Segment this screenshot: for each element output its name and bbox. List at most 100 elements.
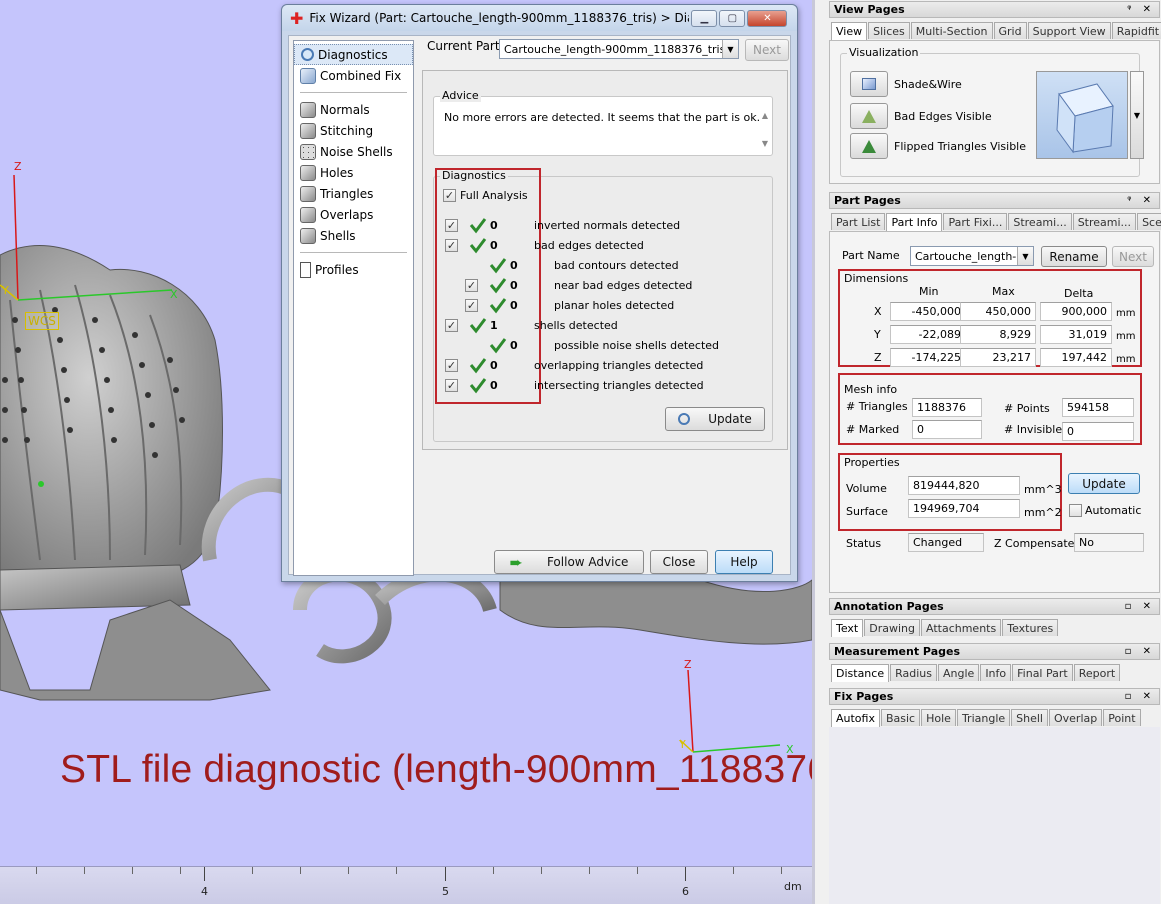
tab-report[interactable]: Report — [1073, 664, 1121, 681]
arrow-right-icon: ➨ — [509, 552, 523, 572]
fix-pages-header[interactable]: Fix Pages ▫ ✕ — [829, 688, 1160, 705]
tab-view[interactable]: View — [831, 22, 868, 40]
help-button[interactable]: Help — [715, 550, 773, 574]
tab-part-fixing[interactable]: Part Fixi... — [943, 213, 1008, 230]
nav-item-noise-shells[interactable]: Noise Shells — [294, 141, 413, 162]
tab-attachments[interactable]: Attachments — [921, 619, 1002, 636]
part-next-button[interactable]: Next — [1112, 246, 1154, 267]
fix-wizard-titlebar[interactable]: ✚ Fix Wizard (Part: Cartouche_length-900… — [282, 5, 797, 31]
close-button[interactable]: Close — [650, 550, 708, 574]
restore-close-icons[interactable]: ▫ ✕ — [1125, 689, 1155, 704]
chevron-down-icon: ▼ — [1017, 247, 1033, 265]
check-icon — [469, 358, 487, 374]
flipped-triangles-row[interactable]: Flipped Triangles Visible — [850, 133, 1026, 159]
next-button[interactable]: Next — [745, 39, 789, 61]
tab-point[interactable]: Point — [1103, 709, 1141, 726]
tab-drawing[interactable]: Drawing — [864, 619, 920, 636]
cube-icon — [300, 67, 316, 84]
shells-cube-icon — [300, 227, 316, 244]
diagnostic-checkbox[interactable]: ✓ — [465, 279, 478, 292]
tab-final-part[interactable]: Final Part — [1012, 664, 1073, 681]
nav-item-combined-fix[interactable]: Combined Fix — [294, 65, 413, 86]
dim-header-delta: Delta — [1064, 287, 1094, 300]
nav-item-profiles[interactable]: Profiles — [294, 259, 413, 280]
tab-streaming-1[interactable]: Streami... — [1008, 213, 1072, 230]
dim-delta-field: 31,019 — [1040, 325, 1112, 344]
document-icon — [300, 261, 311, 278]
points-label: # Points — [1004, 402, 1050, 415]
measurement-pages-header[interactable]: Measurement Pages ▫ ✕ — [829, 643, 1160, 660]
nav-item-stitching[interactable]: Stitching — [294, 120, 413, 141]
tab-streaming-2[interactable]: Streami... — [1072, 213, 1137, 230]
scroll-down-icon[interactable]: ▼ — [762, 139, 768, 148]
tab-multi-section[interactable]: Multi-Section — [910, 22, 993, 39]
update-button[interactable]: Update — [665, 407, 765, 431]
tab-shell[interactable]: Shell — [1011, 709, 1048, 726]
pin-close-icons[interactable]: ᵠ ✕ — [1127, 2, 1155, 17]
current-part-select[interactable]: Cartouche_length-900mm_1188376_tris ▼ — [499, 39, 739, 59]
restore-close-icons[interactable]: ▫ ✕ — [1125, 644, 1155, 659]
follow-advice-button[interactable]: ➨ Follow Advice — [494, 550, 644, 574]
annotation-pages-header[interactable]: Annotation Pages ▫ ✕ — [829, 598, 1160, 615]
maximize-button[interactable]: ▢ — [719, 9, 746, 27]
check-icon — [489, 338, 507, 354]
view-pages-header[interactable]: View Pages ᵠ ✕ — [829, 1, 1160, 18]
automatic-checkbox[interactable] — [1069, 504, 1082, 517]
restore-close-icons[interactable]: ▫ ✕ — [1125, 599, 1155, 614]
tab-basic[interactable]: Basic — [880, 709, 921, 726]
tab-text[interactable]: Text — [831, 619, 864, 637]
bad-edges-icon[interactable] — [850, 103, 888, 129]
ruler-label-6: 6 — [682, 885, 689, 898]
tab-triangle[interactable]: Triangle — [956, 709, 1011, 726]
tab-slices[interactable]: Slices — [868, 22, 910, 39]
nav-item-overlaps[interactable]: Overlaps — [294, 204, 413, 225]
tab-rapidfit-view[interactable]: Rapidfit View — [1111, 22, 1161, 39]
diagnostic-checkbox[interactable]: ✓ — [445, 359, 458, 372]
nav-item-normals[interactable]: Normals — [294, 99, 413, 120]
tab-info[interactable]: Info — [980, 664, 1012, 681]
tab-scenes[interactable]: Scenes — [1137, 213, 1161, 230]
tab-support-view[interactable]: Support View — [1027, 22, 1111, 39]
shade-wire-row[interactable]: Shade&Wire — [850, 71, 962, 97]
tab-distance[interactable]: Distance — [831, 664, 890, 682]
shade-wire-icon[interactable] — [850, 71, 888, 97]
flipped-triangles-icon[interactable] — [850, 133, 888, 159]
diagnostic-checkbox[interactable]: ✓ — [445, 379, 458, 392]
diagnostic-checkbox[interactable]: ✓ — [445, 219, 458, 232]
pin-close-icons[interactable]: ᵠ ✕ — [1127, 193, 1155, 208]
tab-hole[interactable]: Hole — [921, 709, 956, 726]
nav-item-triangles[interactable]: Triangles — [294, 183, 413, 204]
diagnostic-label: overlapping triangles detected — [534, 359, 704, 372]
close-window-button[interactable]: ✕ — [747, 9, 788, 27]
nav-item-holes[interactable]: Holes — [294, 162, 413, 183]
tab-textures[interactable]: Textures — [1002, 619, 1059, 636]
diagnostic-count: 0 — [510, 339, 518, 352]
bad-edges-row[interactable]: Bad Edges Visible — [850, 103, 992, 129]
part-name-select[interactable]: Cartouche_length-90 ▼ — [910, 246, 1034, 266]
tab-autofix[interactable]: Autofix — [831, 709, 880, 727]
tab-angle[interactable]: Angle — [938, 664, 980, 681]
scroll-up-icon[interactable]: ▲ — [762, 111, 768, 120]
tab-radius[interactable]: Radius — [890, 664, 937, 681]
stitching-cube-icon — [300, 122, 316, 139]
tab-part-info[interactable]: Part Info — [886, 213, 943, 231]
view-dropdown-button[interactable]: ▼ — [1130, 71, 1144, 159]
minimize-button[interactable]: ▁ — [691, 9, 718, 27]
normals-cube-icon — [300, 101, 316, 118]
rename-button[interactable]: Rename — [1041, 246, 1107, 267]
nav-item-shells[interactable]: Shells — [294, 225, 413, 246]
full-analysis-checkbox[interactable]: ✓ — [443, 189, 456, 202]
view-cube-preview[interactable] — [1036, 71, 1128, 159]
wcs-label: WCS — [25, 312, 59, 330]
diagnostic-checkbox[interactable]: ✓ — [465, 299, 478, 312]
nav-item-diagnostics[interactable]: Diagnostics — [294, 44, 413, 65]
invisible-field: 0 — [1062, 422, 1134, 441]
properties-update-button[interactable]: Update — [1068, 473, 1140, 494]
diagnostic-checkbox[interactable]: ✓ — [445, 239, 458, 252]
diagnostic-checkbox[interactable]: ✓ — [445, 319, 458, 332]
tab-grid[interactable]: Grid — [993, 22, 1027, 39]
check-icon — [469, 238, 487, 254]
tab-overlap[interactable]: Overlap — [1048, 709, 1103, 726]
part-pages-header[interactable]: Part Pages ᵠ ✕ — [829, 192, 1160, 209]
tab-part-list[interactable]: Part List — [831, 213, 886, 230]
